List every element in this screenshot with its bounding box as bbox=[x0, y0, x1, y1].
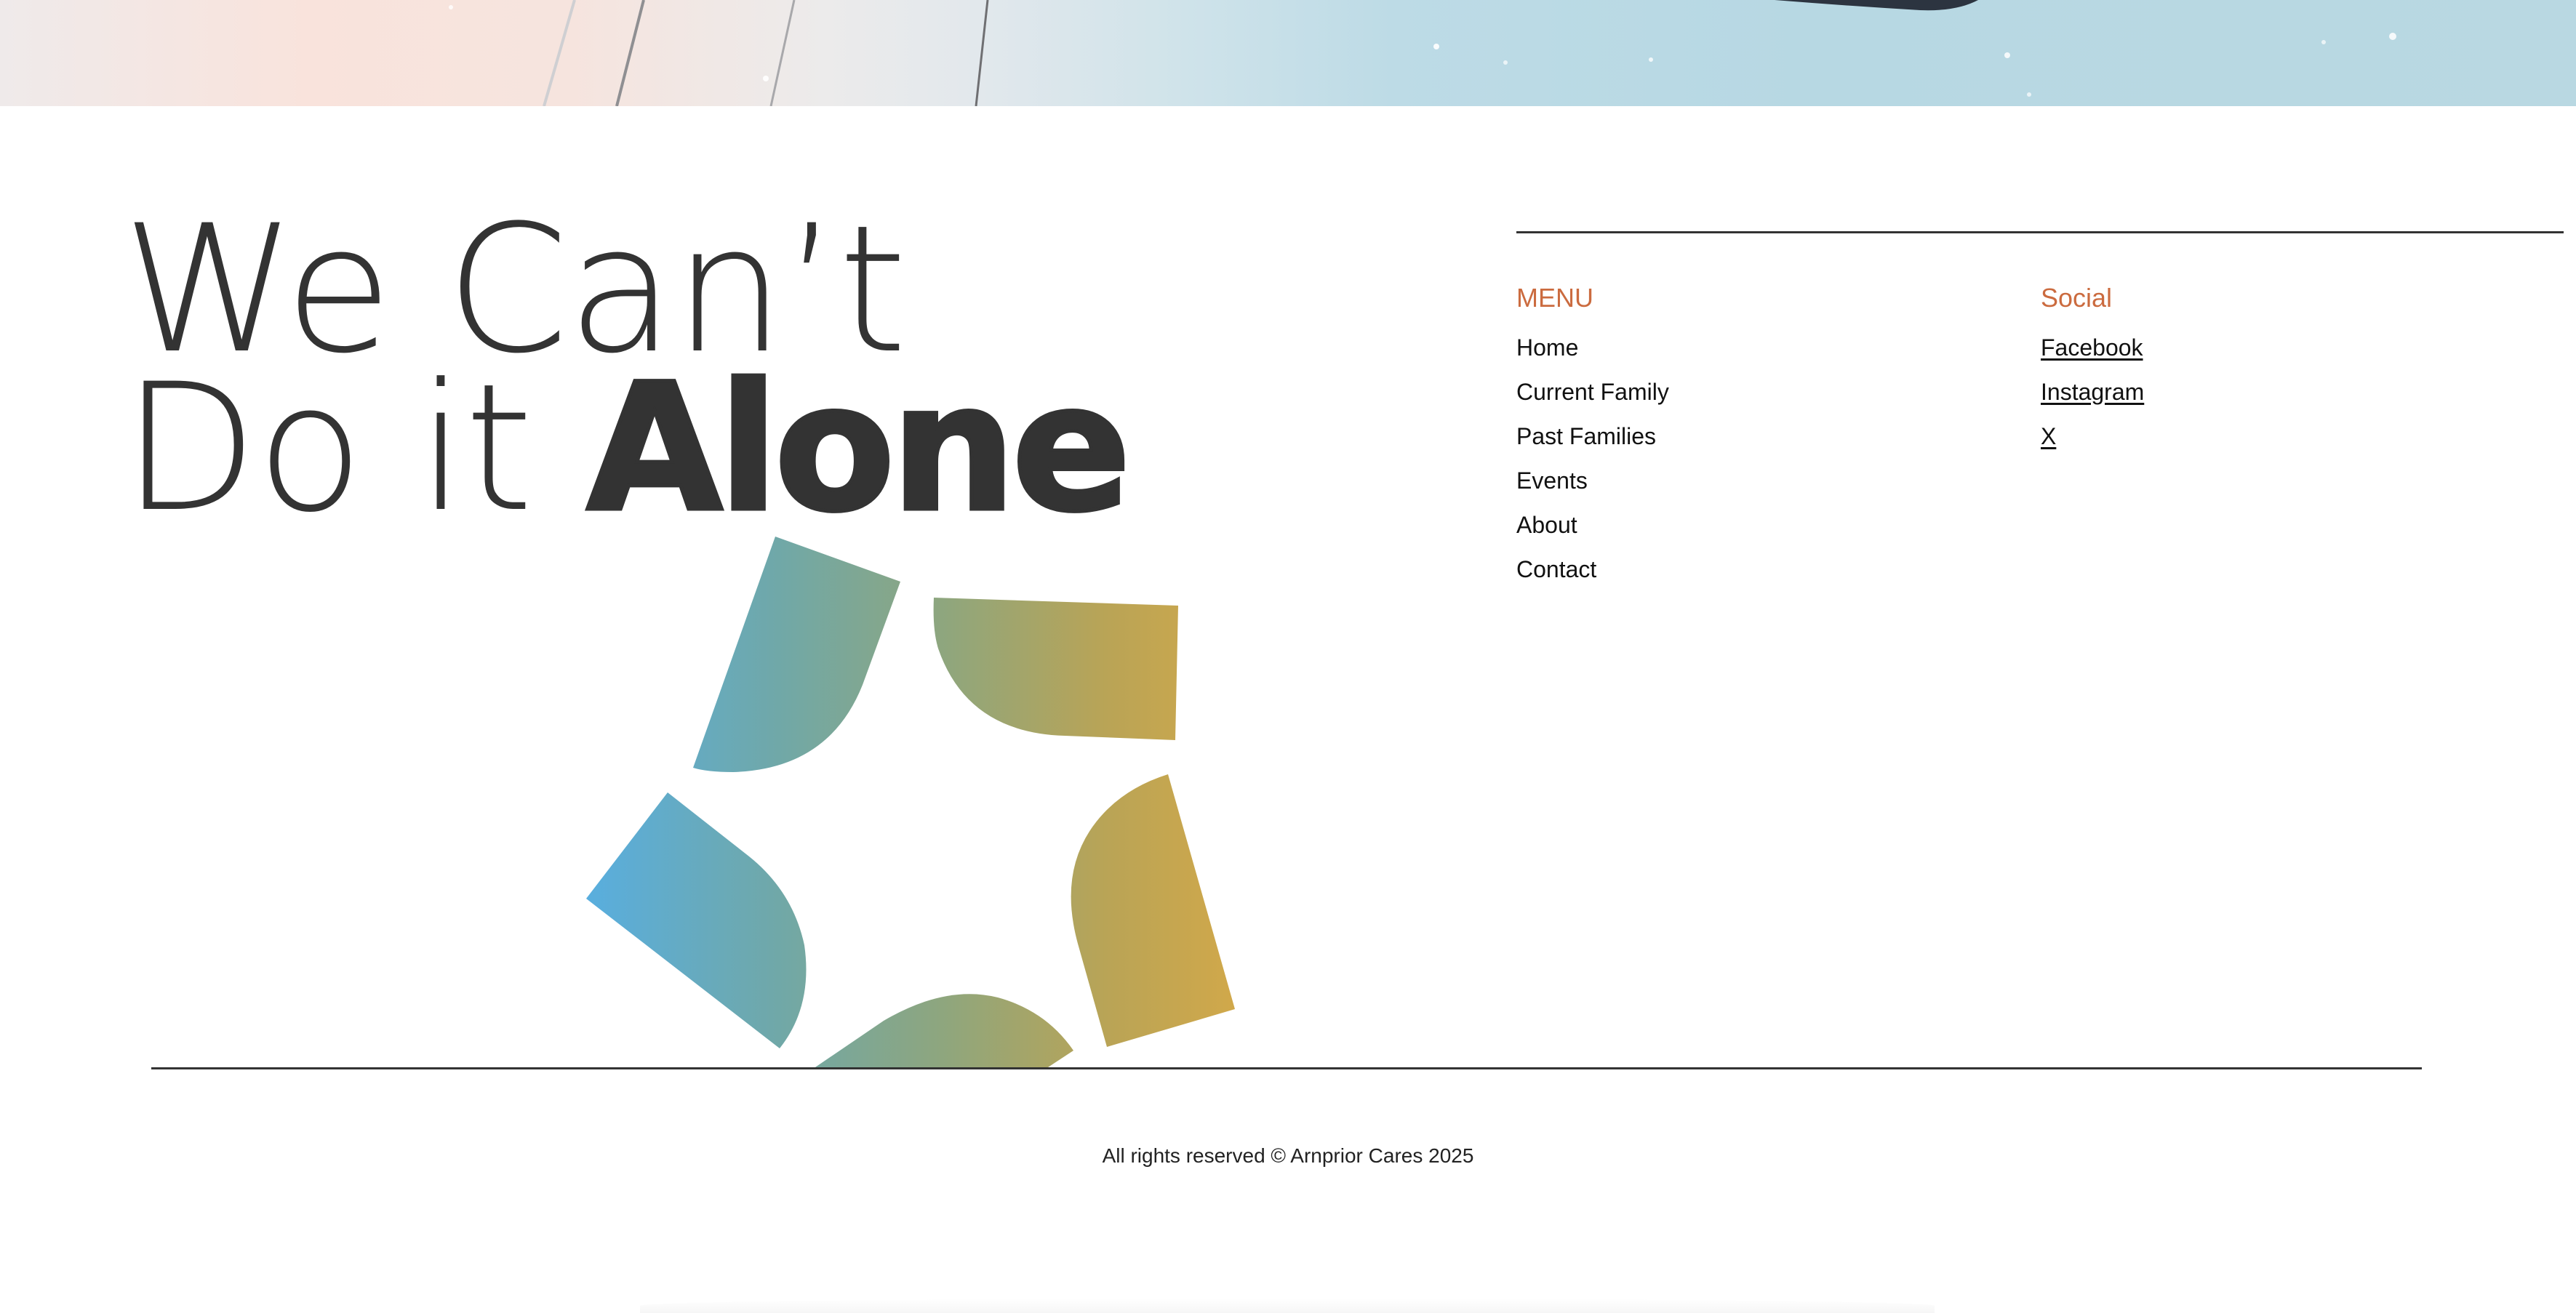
list-item: Past Families bbox=[1516, 414, 1669, 459]
list-item: Facebook bbox=[2041, 326, 2144, 370]
logo-petal-top-right bbox=[933, 598, 1178, 740]
logo-petal-right bbox=[1071, 774, 1235, 1047]
menu-link-current-family[interactable]: Current Family bbox=[1516, 379, 1669, 405]
logo-petal-bottom bbox=[813, 994, 1073, 1069]
social-link-x[interactable]: X bbox=[2041, 423, 2056, 449]
list-item: X bbox=[2041, 414, 2144, 459]
hero-image-strip bbox=[0, 0, 2576, 106]
menu-list: Home Current Family Past Families Events… bbox=[1516, 326, 1669, 592]
list-item: Contact bbox=[1516, 547, 1669, 592]
menu-link-about[interactable]: About bbox=[1516, 512, 1577, 538]
footer-menu: MENU Home Current Family Past Families E… bbox=[1516, 282, 1669, 592]
star-logo-icon bbox=[567, 523, 1265, 1069]
logo-petal-left bbox=[586, 792, 807, 1048]
hero-image bbox=[449, 0, 2396, 106]
headline-line-2-bold: Alone bbox=[585, 346, 1133, 551]
menu-link-events[interactable]: Events bbox=[1516, 467, 1588, 494]
social-heading: Social bbox=[2041, 283, 2113, 313]
footer-top-divider bbox=[1516, 231, 2564, 233]
logo-petal-top-left bbox=[693, 537, 900, 772]
social-list: Facebook Instagram X bbox=[2041, 326, 2144, 459]
headline: We Can’t Do it Alone bbox=[122, 202, 1133, 539]
menu-heading: MENU bbox=[1516, 283, 1593, 313]
menu-link-contact[interactable]: Contact bbox=[1516, 556, 1596, 582]
social-link-facebook[interactable]: Facebook bbox=[2041, 334, 2143, 361]
footer-bottom-divider bbox=[151, 1067, 2422, 1069]
bottom-shadow bbox=[640, 1298, 1935, 1313]
menu-link-home[interactable]: Home bbox=[1516, 334, 1578, 361]
list-item: Events bbox=[1516, 459, 1669, 503]
menu-link-past-families[interactable]: Past Families bbox=[1516, 423, 1656, 449]
headline-line-2-thin: Do it bbox=[122, 346, 587, 551]
list-item: Instagram bbox=[2041, 370, 2144, 414]
footer-social: Social Facebook Instagram X bbox=[2041, 282, 2144, 459]
list-item: About bbox=[1516, 503, 1669, 547]
copyright-text: All rights reserved © Arnprior Cares 202… bbox=[1102, 1144, 1474, 1167]
list-item: Current Family bbox=[1516, 370, 1669, 414]
social-link-instagram[interactable]: Instagram bbox=[2041, 379, 2144, 405]
list-item: Home bbox=[1516, 326, 1669, 370]
